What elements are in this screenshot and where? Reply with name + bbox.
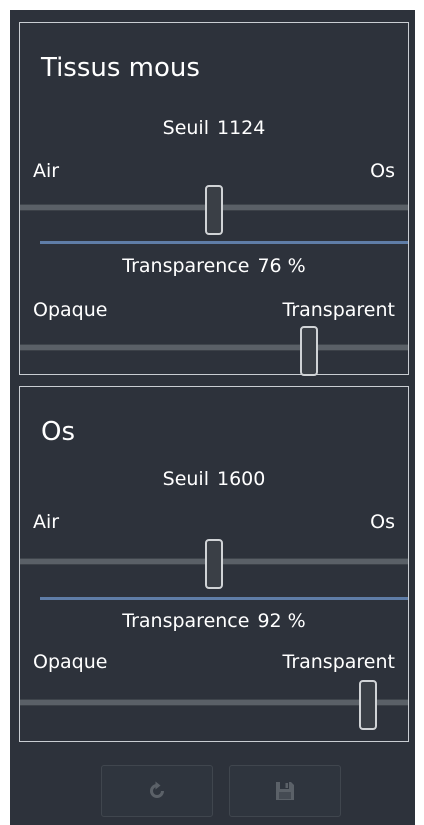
threshold-readout: Seuil 1600 xyxy=(20,468,408,490)
transparency-min-label: Opaque xyxy=(33,299,108,321)
threshold-value: 1124 xyxy=(217,117,266,139)
transparency-label: Transparence xyxy=(122,610,250,632)
threshold-label: Seuil xyxy=(162,468,209,490)
save-button[interactable] xyxy=(229,765,341,817)
reset-button[interactable] xyxy=(101,765,213,817)
threshold-min-label: Air xyxy=(33,160,60,182)
threshold-slider-thumb[interactable] xyxy=(205,539,223,589)
threshold-label: Seuil xyxy=(162,117,209,139)
transparency-slider-track[interactable] xyxy=(20,699,408,706)
panel-title: Tissus mous xyxy=(41,53,200,83)
save-icon xyxy=(274,780,296,802)
transparency-readout: Transparence 92 % xyxy=(20,610,408,632)
transparency-readout: Transparence 76 % xyxy=(20,255,408,277)
transparency-label: Transparence xyxy=(122,255,250,277)
transparency-max-label: Transparent xyxy=(282,651,396,673)
section-divider xyxy=(40,241,408,244)
threshold-max-label: Os xyxy=(370,160,395,182)
threshold-max-label: Os xyxy=(370,511,395,533)
transparency-min-label: Opaque xyxy=(33,651,108,673)
transparency-slider-thumb[interactable] xyxy=(300,326,319,376)
transparency-slider-track[interactable] xyxy=(20,344,408,351)
threshold-slider-thumb[interactable] xyxy=(205,185,223,235)
threshold-min-label: Air xyxy=(33,511,60,533)
transparency-slider-thumb[interactable] xyxy=(358,680,377,730)
reset-icon xyxy=(146,780,168,802)
threshold-readout: Seuil 1124 xyxy=(20,117,408,139)
transparency-max-label: Transparent xyxy=(282,299,396,321)
transparency-value: 92 % xyxy=(257,610,306,632)
soft-tissue-panel: Tissus mous Seuil 1124 Air Os Transparenc… xyxy=(19,22,409,376)
threshold-value: 1600 xyxy=(217,468,266,490)
section-divider xyxy=(40,597,408,600)
transparency-value: 76 % xyxy=(257,255,306,277)
panel-title: Os xyxy=(41,417,76,447)
render-settings-panel: Tissus mous Seuil 1124 Air Os Transparenc… xyxy=(10,10,415,825)
bone-panel: Os Seuil 1600 Air Os Transparence 92 % Opa… xyxy=(19,386,409,742)
